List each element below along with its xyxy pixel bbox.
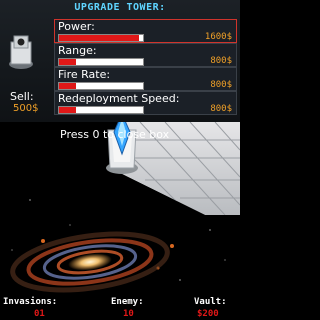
tower-preview-icon xyxy=(9,35,33,69)
stat-price: 1600$ xyxy=(204,32,232,42)
close-hint: Press 0 to close box xyxy=(60,128,170,141)
stat-price: 800$ xyxy=(210,56,232,66)
stat-label: Power: xyxy=(58,20,95,33)
stat-level-fill xyxy=(59,35,139,41)
stat-label: Redeployment Speed: xyxy=(58,92,180,105)
enemy-label: Enemy: xyxy=(111,297,144,307)
stat-price: 800$ xyxy=(210,80,232,90)
stat-level-fill xyxy=(59,59,76,65)
stat-level-bar xyxy=(58,34,144,42)
stat-label: Range: xyxy=(58,44,97,57)
game-screen: UPGRADE TOWER: Sell: 500$ Power: 1600$ Ran… xyxy=(0,0,240,320)
stat-row[interactable]: Range: 800$ xyxy=(54,43,237,67)
stat-row[interactable]: Fire Rate: 800$ xyxy=(54,67,237,91)
stat-price: 800$ xyxy=(210,104,232,114)
invasions-label: Invasions: xyxy=(3,297,58,307)
stat-level-bar xyxy=(58,82,144,90)
stat-level-fill xyxy=(59,83,76,89)
stat-level-bar xyxy=(58,58,144,66)
upgrade-panel: UPGRADE TOWER: Sell: 500$ Power: 1600$ Ran… xyxy=(0,0,240,122)
stat-level-bar xyxy=(58,106,144,114)
sell-price[interactable]: 500$ xyxy=(13,103,38,114)
vault-label: Vault: xyxy=(194,297,227,307)
sell-label: Sell: xyxy=(10,90,34,103)
invasions-value: 01 xyxy=(34,309,45,319)
panel-title: UPGRADE TOWER: xyxy=(74,2,166,13)
stat-level-fill xyxy=(59,107,76,113)
stat-row[interactable]: Redeployment Speed: 800$ xyxy=(54,91,237,115)
galaxy-icon xyxy=(10,231,170,293)
stat-label: Fire Rate: xyxy=(58,68,111,81)
vault-value: $200 xyxy=(197,309,219,319)
enemy-value: 10 xyxy=(123,309,134,319)
stat-row[interactable]: Power: 1600$ xyxy=(54,19,237,43)
